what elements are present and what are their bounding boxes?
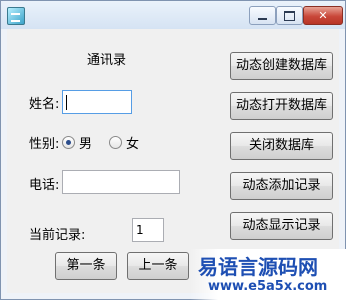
radio-selected-dot [66, 140, 71, 145]
gender-female-radio[interactable] [109, 136, 122, 149]
gender-female-label[interactable]: 女 [126, 133, 139, 152]
site-watermark: 易语言源码网 www.e5a5x.com [190, 249, 346, 300]
close-icon: ✕ [318, 9, 328, 22]
show-record-button[interactable]: 动态显示记录 [230, 212, 333, 240]
add-record-button[interactable]: 动态添加记录 [230, 172, 333, 200]
phone-label: 电话: [29, 178, 60, 193]
gender-male-label[interactable]: 男 [79, 133, 92, 152]
name-label: 姓名: [29, 97, 60, 112]
current-record-label: 当前记录: [29, 228, 86, 243]
create-database-button[interactable]: 动态创建数据库 [230, 52, 333, 80]
minimize-button[interactable] [249, 6, 276, 25]
name-input[interactable] [62, 90, 132, 114]
close-button[interactable]: ✕ [303, 6, 343, 25]
maximize-button[interactable] [276, 6, 303, 25]
gender-label: 性别: [29, 137, 60, 152]
previous-record-button[interactable]: 上一条 [127, 252, 189, 280]
current-record-input[interactable]: 1 [132, 218, 164, 242]
phone-input[interactable] [62, 170, 180, 194]
text-caret [66, 95, 67, 110]
form-title: 通讯录 [87, 53, 127, 68]
close-database-button[interactable]: 关闭数据库 [230, 132, 333, 160]
watermark-url: www.e5a5x.com [208, 279, 328, 294]
gender-male-radio[interactable] [62, 136, 75, 149]
first-record-button[interactable]: 第一条 [55, 252, 117, 280]
app-icon [7, 7, 25, 25]
title-bar[interactable]: ✕ [1, 1, 345, 29]
maximize-icon [284, 11, 295, 21]
open-database-button[interactable]: 动态打开数据库 [230, 92, 333, 120]
watermark-title: 易语言源码网 [198, 255, 318, 279]
minimize-icon [258, 18, 267, 20]
